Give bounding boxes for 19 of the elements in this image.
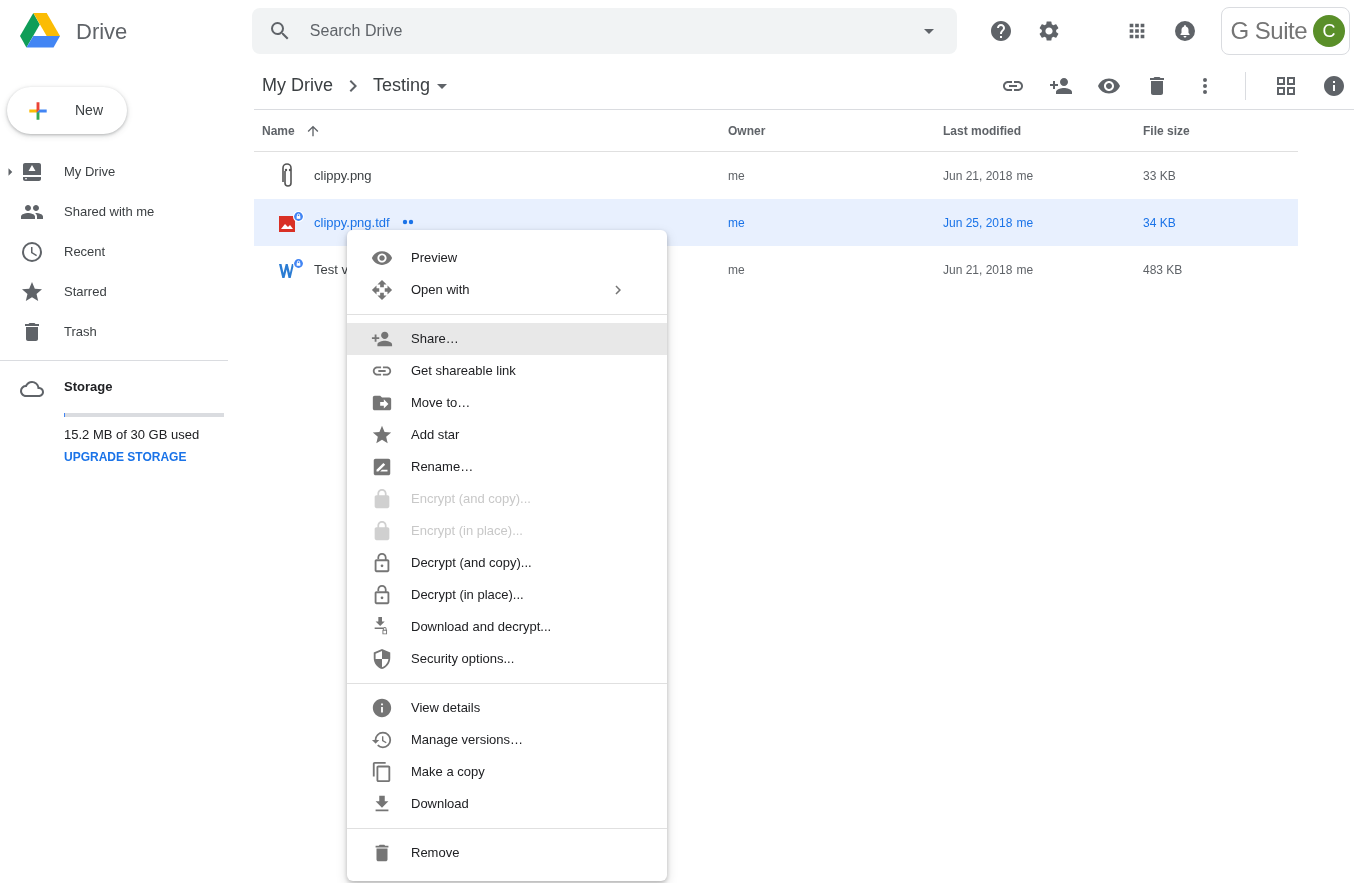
file-name: clippy.png <box>314 166 372 185</box>
brand-name: G Suite <box>1230 16 1307 46</box>
modified-by: me <box>1016 214 1034 232</box>
file-size: 483 KB <box>1143 261 1183 279</box>
file-size: 33 KB <box>1143 167 1176 185</box>
storage-label: Storage <box>64 378 114 396</box>
app-name: Drive <box>76 17 128 46</box>
modified-date: Jun 21, 2018 <box>943 167 1013 185</box>
modified-by: me <box>1016 167 1034 185</box>
avatar: C <box>1313 15 1345 47</box>
file-name: clippy.png.tdf <box>314 213 390 232</box>
modified-date: Jun 21, 2018 <box>943 261 1013 279</box>
modified-by: me <box>1016 261 1034 279</box>
modified-date: Jun 25, 2018 <box>943 214 1013 232</box>
owner-cell-text: me <box>728 261 745 279</box>
storage-usage: 15.2 MB of 30 GB used <box>64 425 201 444</box>
owner-cell-text: me <box>728 167 745 185</box>
file-size: 34 KB <box>1143 214 1176 232</box>
owner-cell-text: me <box>728 214 745 232</box>
